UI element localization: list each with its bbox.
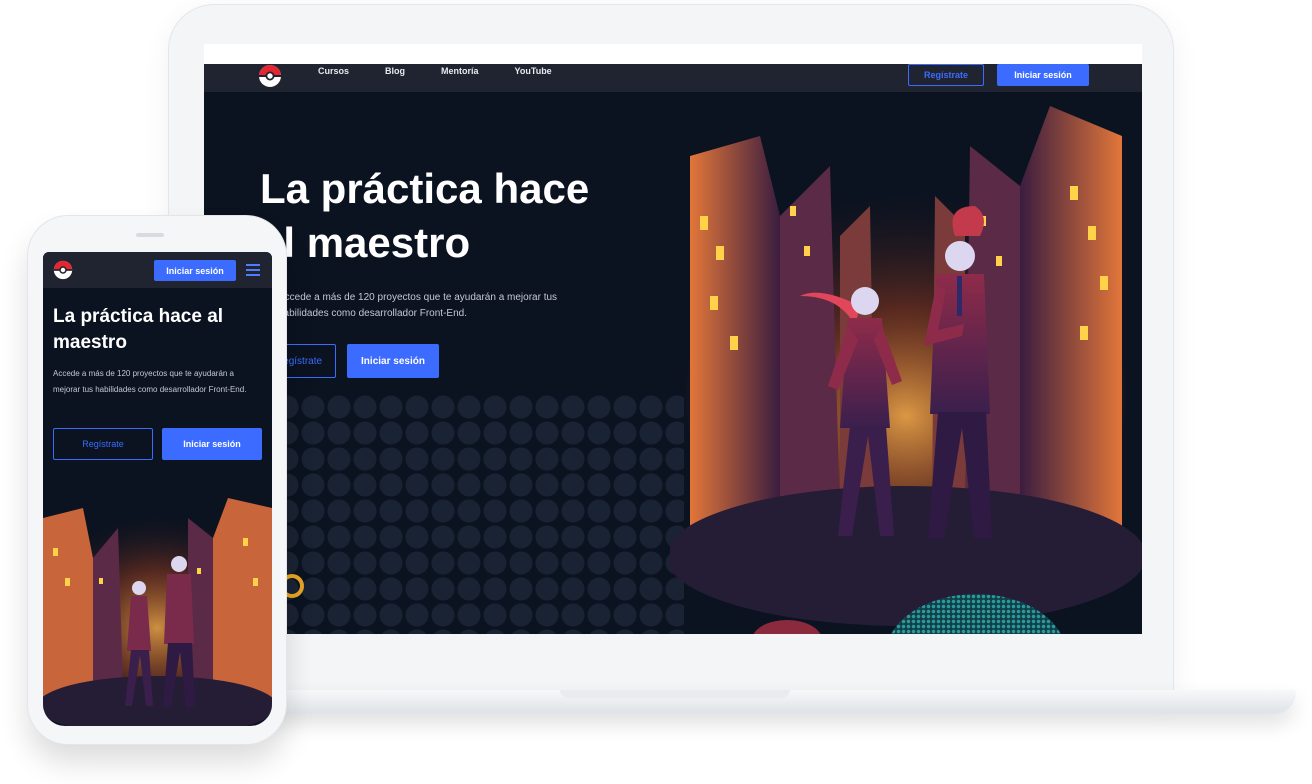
dot-pattern-background — [274, 394, 684, 634]
hero-title: La práctica hace al maestro — [260, 162, 680, 270]
phone-speaker — [136, 233, 164, 237]
pokeball-icon[interactable] — [258, 64, 282, 88]
mobile-nav-login-button[interactable]: Iniciar sesión — [154, 260, 236, 281]
desktop-nav-links: Cursos Blog Mentoría YouTube — [318, 66, 552, 76]
hero-subtitle-line-1: Accede a más de 120 proyectos que te ayu… — [278, 292, 558, 303]
hero-subtitle-line-2: habilidades como desarrollador Front-End… — [278, 308, 467, 319]
mobile-register-button[interactable]: Regístrate — [53, 428, 153, 460]
mobile-screen: Iniciar sesión La práctica hace al maest… — [43, 252, 272, 726]
hero-title-line-1: La práctica hace — [260, 165, 590, 212]
mobile-login-button[interactable]: Iniciar sesión — [162, 428, 262, 460]
nav-link-blog[interactable]: Blog — [385, 66, 405, 76]
nav-link-youtube[interactable]: YouTube — [515, 66, 552, 76]
city-heroes-illustration — [670, 106, 1142, 626]
nav-register-button[interactable]: Regístrate — [908, 64, 984, 86]
pokeball-icon[interactable] — [53, 260, 73, 280]
mobile-hero-subtitle: Accede a más de 120 proyectos que te ayu… — [53, 369, 247, 394]
hero-subtitle: Accede a más de 120 proyectos que te ayu… — [278, 290, 618, 322]
hero-title-line-2: al maestro — [260, 219, 471, 266]
nav-link-mentoria[interactable]: Mentoría — [441, 66, 479, 76]
laptop-notch — [560, 690, 790, 698]
screen-bezel-top — [204, 44, 1142, 64]
nav-login-button[interactable]: Iniciar sesión — [997, 64, 1089, 86]
nav-link-cursos[interactable]: Cursos — [318, 66, 349, 76]
mobile-city-heroes-illustration — [43, 498, 272, 726]
hamburger-menu-icon[interactable] — [246, 264, 260, 276]
desktop-screen: Cursos Blog Mentoría YouTube Regístrate … — [204, 44, 1142, 634]
hero-login-button[interactable]: Iniciar sesión — [347, 344, 439, 378]
mobile-hero-title: La práctica hace al maestro — [53, 306, 224, 353]
